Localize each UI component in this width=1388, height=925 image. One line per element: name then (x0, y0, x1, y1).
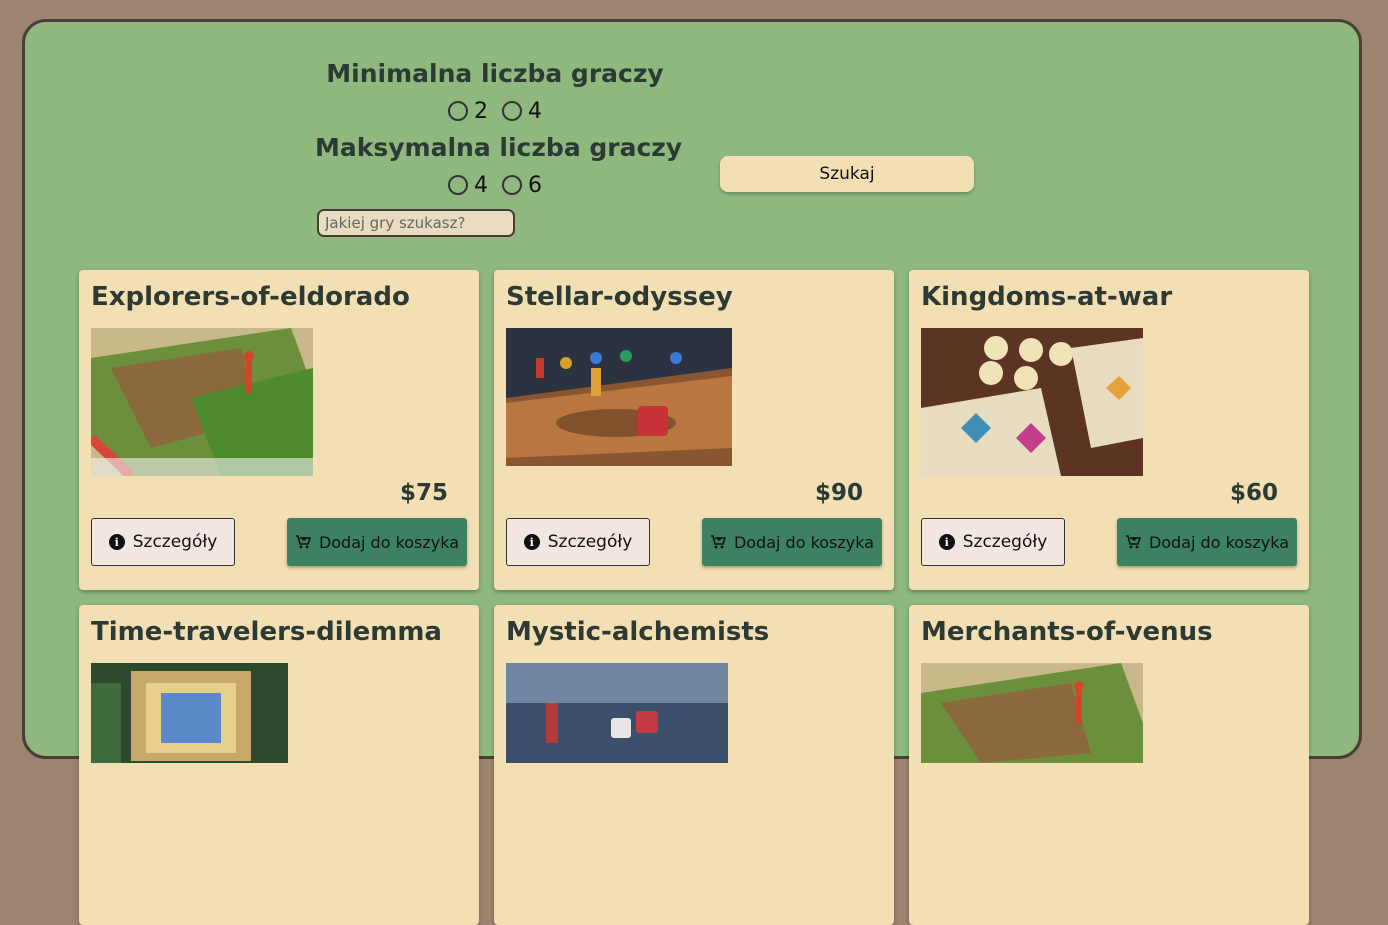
cart-icon (295, 535, 311, 549)
details-button[interactable]: i Szczegóły (91, 518, 235, 566)
game-search-input[interactable] (317, 209, 515, 237)
add-to-cart-button[interactable]: Dodaj do koszyka (1117, 518, 1297, 566)
product-card: Mystic-alchemists (494, 605, 894, 925)
product-title: Explorers-of-eldorado (91, 282, 410, 312)
radio-icon[interactable] (448, 175, 468, 195)
product-title: Time-travelers-dilemma (91, 617, 442, 647)
product-image (506, 663, 728, 763)
product-image (921, 663, 1143, 763)
product-price: $90 (814, 480, 863, 506)
radio-icon[interactable] (502, 175, 522, 195)
product-card: Time-travelers-dilemma (79, 605, 479, 925)
add-to-cart-button[interactable]: Dodaj do koszyka (287, 518, 467, 566)
info-icon: i (108, 534, 125, 550)
min-players-option-4[interactable]: 4 (502, 99, 542, 124)
product-image (91, 328, 313, 476)
min-players-title: Minimalna liczba graczy (326, 59, 664, 88)
details-button[interactable]: i Szczegóły (921, 518, 1065, 566)
max-players-option-6[interactable]: 6 (502, 173, 542, 198)
product-image (506, 328, 732, 466)
product-card: Kingdoms-at-war $60 i Szczegóły Dodaj do … (909, 270, 1309, 590)
product-card: Merchants-of-venus (909, 605, 1309, 925)
main-panel: Minimalna liczba graczy 2 4 Maksymalna l… (22, 19, 1362, 925)
cart-icon (710, 535, 726, 549)
product-card: Stellar-odyssey $90 i Szczegóły Dodaj do … (494, 270, 894, 590)
radio-icon[interactable] (502, 101, 522, 121)
min-players-option-2[interactable]: 2 (448, 99, 488, 124)
add-to-cart-button[interactable]: Dodaj do koszyka (702, 518, 882, 566)
info-icon: i (523, 534, 540, 550)
max-players-title: Maksymalna liczba graczy (315, 133, 683, 162)
search-button[interactable]: Szukaj (720, 156, 974, 192)
details-button[interactable]: i Szczegóły (506, 518, 650, 566)
max-players-options: 4 6 (315, 166, 675, 204)
player-filters: Minimalna liczba graczy 2 4 Maksymalna l… (315, 56, 683, 204)
radio-icon[interactable] (448, 101, 468, 121)
info-icon: i (938, 534, 955, 550)
product-title: Stellar-odyssey (506, 282, 733, 312)
product-title: Merchants-of-venus (921, 617, 1213, 647)
product-card: Explorers-of-eldorado $75 i Szczegóły Dod… (79, 270, 479, 590)
product-title: Kingdoms-at-war (921, 282, 1173, 312)
product-title: Mystic-alchemists (506, 617, 770, 647)
min-players-options: 2 4 (315, 92, 675, 130)
max-players-option-4[interactable]: 4 (448, 173, 488, 198)
cart-icon (1125, 535, 1141, 549)
product-price: $75 (399, 480, 448, 506)
product-price: $60 (1229, 480, 1278, 506)
product-image (921, 328, 1143, 476)
product-image (91, 663, 288, 763)
